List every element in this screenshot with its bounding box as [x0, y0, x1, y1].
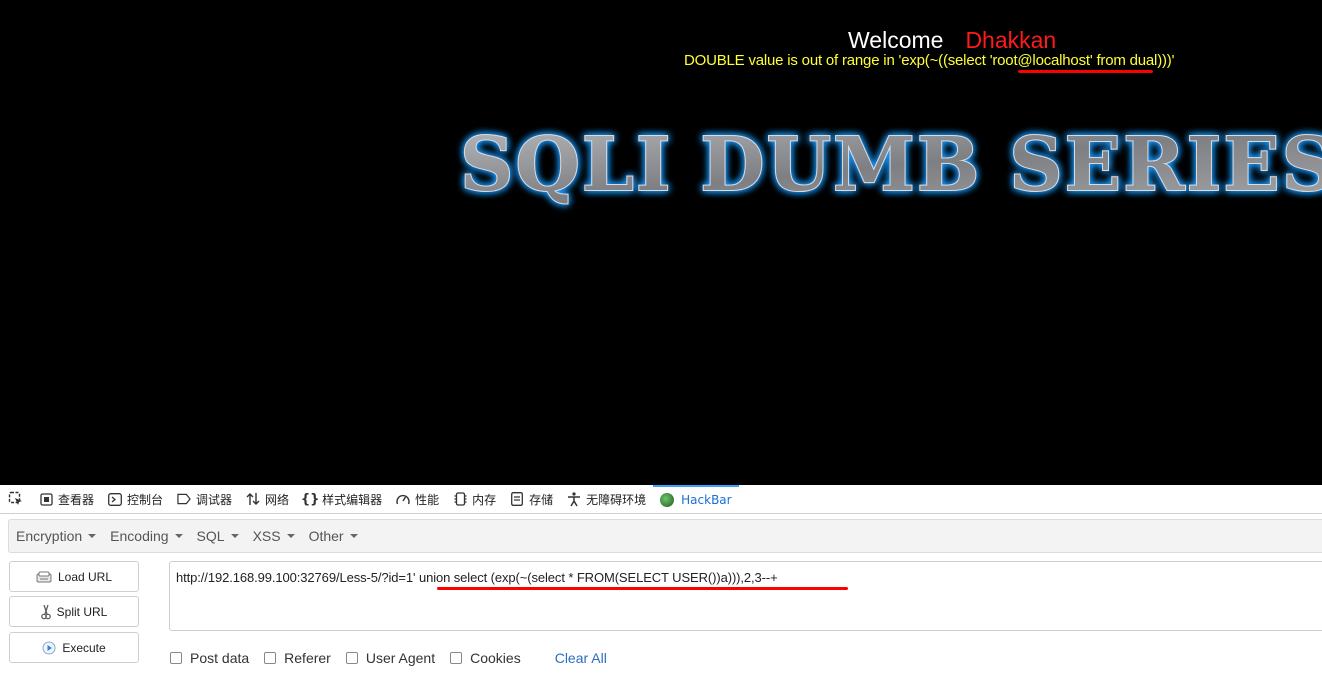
option-label: Cookies [470, 650, 521, 666]
debugger-icon [177, 492, 191, 506]
caret-down-icon [174, 534, 183, 538]
tab-label: 查看器 [58, 492, 95, 507]
option-label: Post data [190, 650, 250, 666]
caret-down-icon [286, 534, 295, 538]
element-picker-button[interactable] [0, 485, 32, 513]
split-url-label: Split URL [56, 604, 108, 619]
console-icon [108, 492, 122, 506]
caret-down-icon [349, 534, 358, 538]
menu-encryption[interactable]: Encryption [9, 528, 103, 544]
hackbar-options: Post data Referer User Agent Cookies Cle… [170, 650, 607, 666]
tab-performance[interactable]: 性能 [389, 485, 446, 513]
welcome-line: Welcome Dhakkan [848, 27, 1056, 54]
caret-down-icon [88, 534, 97, 538]
style-editor-icon: {} [300, 491, 320, 507]
tab-hackbar[interactable]: HackBar [653, 485, 739, 513]
scissors-icon [40, 604, 51, 620]
web-page: Welcome Dhakkan DOUBLE value is out of ra… [0, 0, 1322, 485]
tab-accessibility[interactable]: 无障碍环境 [560, 485, 653, 513]
menu-xss[interactable]: XSS [246, 528, 302, 544]
welcome-word: Welcome [848, 27, 944, 53]
referer-option[interactable]: Referer [264, 650, 331, 666]
banner-text: SQLI DUMB SERIES [460, 122, 1322, 208]
split-url-button[interactable]: Split URL [9, 596, 139, 627]
tab-storage[interactable]: 存储 [503, 485, 560, 513]
tab-console[interactable]: 控制台 [101, 485, 170, 513]
storage-icon [510, 492, 524, 506]
tab-label: 性能 [415, 492, 440, 507]
user-agent-checkbox[interactable] [345, 652, 358, 664]
sqli-dumb-series-banner: SQLI DUMB SERIES [456, 110, 1322, 220]
hackbar-menu-bar: Encryption Encoding SQL XSS Other [8, 519, 1322, 553]
cookies-checkbox[interactable] [450, 652, 463, 664]
tab-inspector[interactable]: 查看器 [32, 485, 101, 513]
menu-label: XSS [252, 528, 281, 544]
devtools-toolbar: 查看器 控制台 调试器 网络 {} 样式编辑器 性能 内存 存储 无障碍环境 H… [0, 485, 1322, 514]
option-label: User Agent [365, 650, 436, 666]
menu-sql[interactable]: SQL [190, 528, 246, 544]
load-url-button[interactable]: Load URL [9, 561, 139, 592]
menu-label: Encryption [16, 528, 83, 544]
inspector-icon [39, 492, 53, 506]
tab-style-editor[interactable]: {} 样式编辑器 [296, 485, 389, 513]
referer-checkbox[interactable] [264, 652, 277, 664]
memory-icon [453, 492, 467, 506]
tab-label: 样式编辑器 [322, 492, 383, 507]
clear-all-link[interactable]: Clear All [555, 650, 607, 666]
menu-encoding[interactable]: Encoding [103, 528, 189, 544]
network-icon [246, 492, 260, 506]
load-url-icon [36, 571, 52, 583]
tab-memory[interactable]: 内存 [446, 485, 503, 513]
welcome-name: Dhakkan [965, 27, 1057, 53]
tab-label: 控制台 [127, 492, 164, 507]
tab-label: 网络 [265, 492, 290, 507]
tab-label: HackBar [681, 493, 732, 507]
post-data-option[interactable]: Post data [170, 650, 249, 666]
tab-network[interactable]: 网络 [239, 485, 296, 513]
option-label: Referer [284, 650, 331, 666]
annotation-underline-result [1018, 70, 1153, 73]
accessibility-icon [567, 491, 581, 506]
tab-label: 调试器 [196, 492, 233, 507]
caret-down-icon [230, 534, 239, 538]
menu-label: Encoding [110, 528, 169, 544]
tab-label: 存储 [529, 492, 554, 507]
url-textarea[interactable]: http://192.168.99.100:32769/Less-5/?id=1… [169, 561, 1322, 631]
tab-label: 内存 [472, 492, 497, 507]
tab-label: 无障碍环境 [586, 492, 647, 507]
menu-label: Other [308, 528, 344, 544]
element-picker-icon [8, 491, 22, 505]
menu-other[interactable]: Other [302, 528, 365, 544]
tab-debugger[interactable]: 调试器 [170, 485, 239, 513]
post-data-checkbox[interactable] [170, 652, 182, 664]
user-agent-option[interactable]: User Agent [345, 650, 436, 666]
hackbar-panel: Encryption Encoding SQL XSS Other Load U… [0, 514, 1322, 679]
execute-button[interactable]: Execute [9, 632, 139, 663]
cookies-option[interactable]: Cookies [450, 650, 521, 666]
hackbar-icon [660, 493, 675, 507]
execute-label: Execute [62, 640, 106, 655]
annotation-underline-payload [437, 587, 848, 590]
play-icon [42, 641, 56, 655]
load-url-label: Load URL [57, 569, 113, 584]
performance-icon [396, 492, 410, 506]
sql-error-message: DOUBLE value is out of range in 'exp(~((… [684, 52, 1175, 69]
url-text: http://192.168.99.100:32769/Less-5/?id=1… [176, 570, 778, 585]
menu-label: SQL [196, 528, 225, 544]
